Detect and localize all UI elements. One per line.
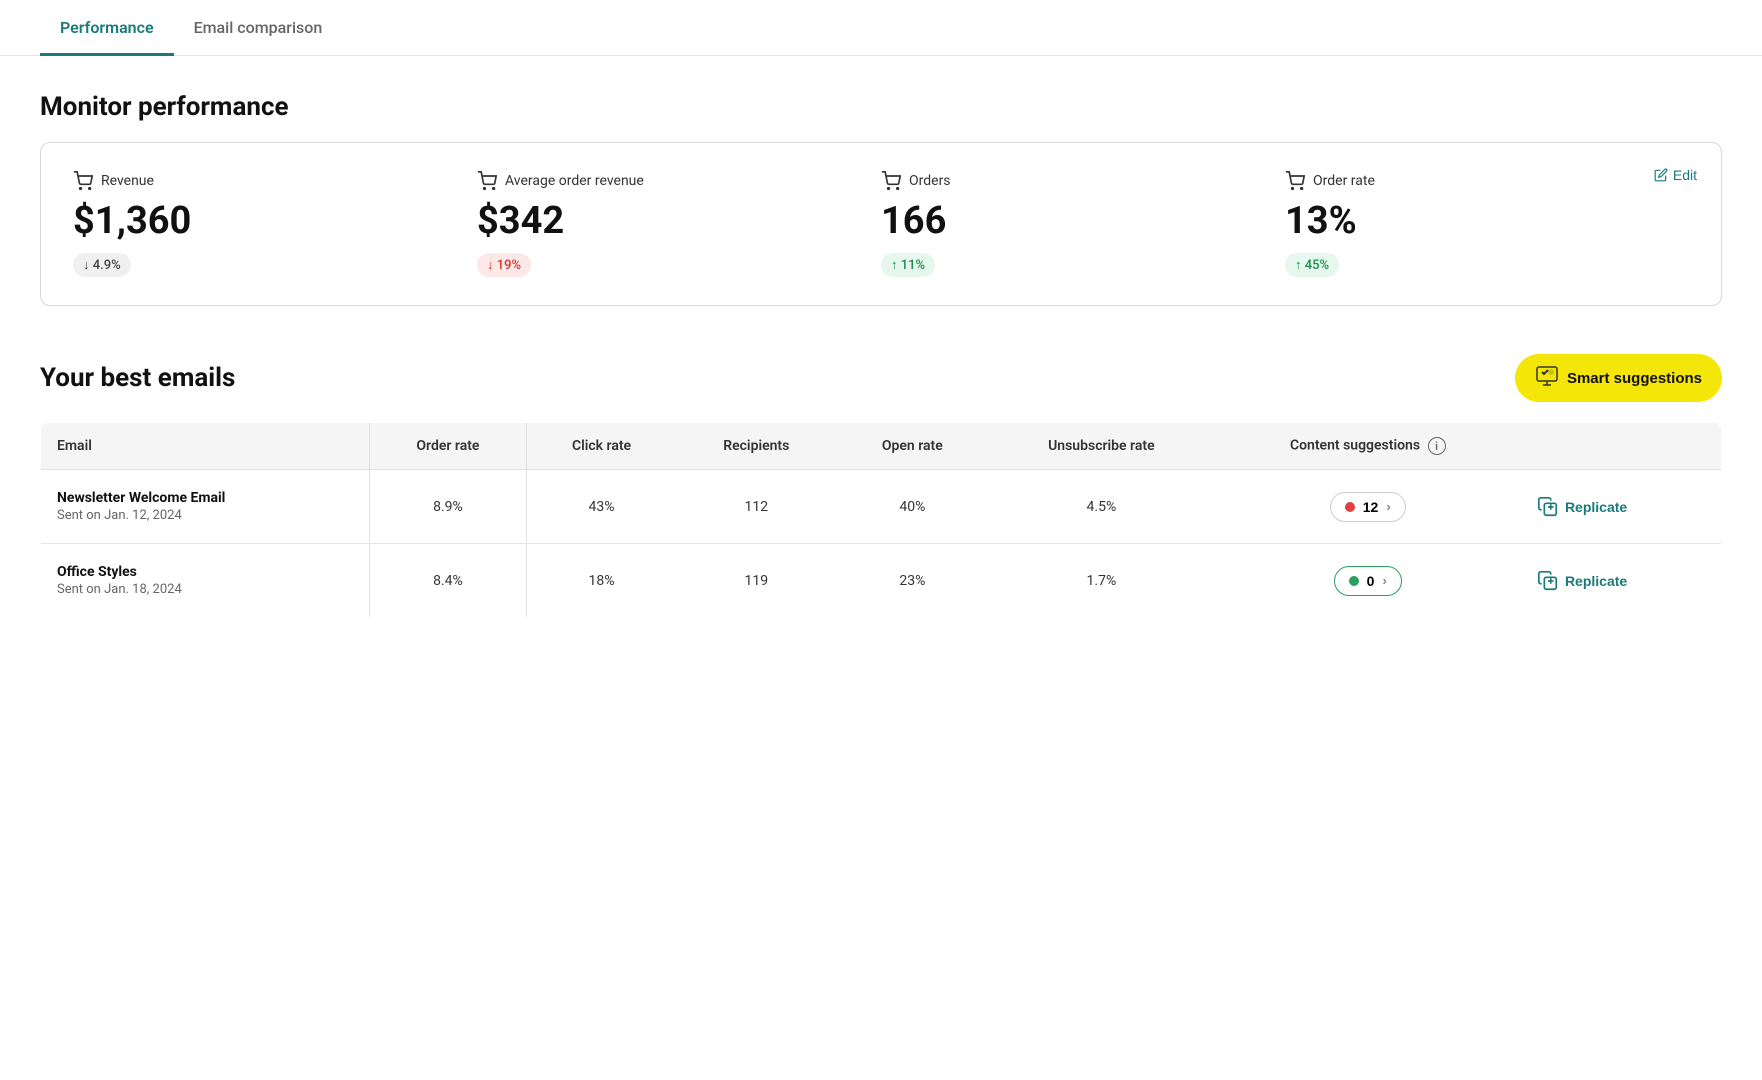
replicate-icon-2 [1537, 570, 1559, 592]
replicate-icon-1 [1537, 496, 1559, 518]
table-row: Office Styles Sent on Jan. 18, 2024 8.4%… [41, 544, 1722, 618]
order-rate-cell-1: 8.9% [369, 470, 526, 544]
metric-avg-order-value: $342 [477, 199, 861, 243]
click-rate-cell-1: 43% [526, 470, 676, 544]
best-emails-header: Your best emails Smart suggestions [40, 354, 1722, 402]
table-header-row: Email Order rate Click rate Recipients O… [41, 423, 1722, 470]
cart-icon-avg-order [477, 171, 497, 191]
tabs-bar: Performance Email comparison [0, 0, 1762, 56]
email-name-1: Newsletter Welcome Email [57, 490, 353, 506]
open-rate-cell-1: 40% [836, 470, 988, 544]
metric-order-rate-value: 13% [1285, 199, 1669, 243]
metrics-card: Revenue $1,360 ↓ 4.9% Average order reve… [40, 142, 1722, 306]
suggestions-badge-2[interactable]: 0 › [1334, 566, 1402, 596]
edit-icon [1654, 168, 1668, 182]
metric-orders-label: Orders [909, 173, 951, 189]
email-date-1: Sent on Jan. 12, 2024 [57, 508, 353, 523]
email-name-2: Office Styles [57, 564, 353, 580]
metric-revenue-value: $1,360 [73, 199, 457, 243]
col-header-open-rate: Open rate [836, 423, 988, 470]
edit-button[interactable]: Edit [1654, 167, 1697, 183]
suggestions-count-2: 0 [1367, 573, 1375, 589]
col-header-unsubscribe-rate: Unsubscribe rate [988, 423, 1214, 470]
replicate-button-2[interactable]: Replicate [1537, 570, 1627, 592]
order-rate-cell-2: 8.4% [369, 544, 526, 618]
email-cell-1: Newsletter Welcome Email Sent on Jan. 12… [41, 470, 370, 544]
actions-cell-1: Replicate [1521, 470, 1722, 544]
replicate-label-1: Replicate [1565, 499, 1627, 515]
metric-order-rate: Order rate 13% ↑ 45% [1285, 171, 1689, 277]
chevron-icon-1: › [1386, 499, 1390, 514]
unsubscribe-cell-1: 4.5% [988, 470, 1214, 544]
actions-cell-2: Replicate [1521, 544, 1722, 618]
metric-order-rate-badge: ↑ 45% [1285, 253, 1339, 277]
cart-icon-order-rate [1285, 171, 1305, 191]
suggestions-count-1: 12 [1363, 499, 1379, 515]
col-header-email: Email [41, 423, 370, 470]
dot-green-2 [1349, 576, 1359, 586]
col-header-order-rate: Order rate [369, 423, 526, 470]
suggestions-badge-1[interactable]: 12 › [1330, 492, 1406, 522]
metric-orders: Orders 166 ↑ 11% [881, 171, 1285, 277]
recipients-cell-1: 112 [676, 470, 836, 544]
replicate-button-1[interactable]: Replicate [1537, 496, 1627, 518]
best-emails-title: Your best emails [40, 363, 235, 393]
click-rate-cell-2: 18% [526, 544, 676, 618]
chevron-icon-2: › [1382, 573, 1386, 588]
recipients-cell-2: 119 [676, 544, 836, 618]
metric-revenue-badge: ↓ 4.9% [73, 253, 131, 277]
page-title: Monitor performance [40, 92, 1722, 122]
metric-revenue: Revenue $1,360 ↓ 4.9% [73, 171, 477, 277]
metric-avg-order-badge: ↓ 19% [477, 253, 531, 277]
cart-icon-orders [881, 171, 901, 191]
open-rate-cell-2: 23% [836, 544, 988, 618]
metric-avg-order: Average order revenue $342 ↓ 19% [477, 171, 881, 277]
metric-order-rate-label: Order rate [1313, 173, 1375, 189]
unsubscribe-cell-2: 1.7% [988, 544, 1214, 618]
col-header-click-rate: Click rate [526, 423, 676, 470]
replicate-label-2: Replicate [1565, 573, 1627, 589]
cart-icon-revenue [73, 171, 93, 191]
tab-performance[interactable]: Performance [40, 0, 174, 56]
suggestions-cell-1: 12 › [1215, 470, 1521, 544]
metric-revenue-label: Revenue [101, 173, 154, 189]
metric-avg-order-label: Average order revenue [505, 173, 644, 189]
metric-orders-value: 166 [881, 199, 1265, 243]
main-content: Monitor performance Revenue $1,360 ↓ 4.9… [0, 56, 1762, 654]
info-icon: i [1428, 437, 1446, 455]
email-cell-2: Office Styles Sent on Jan. 18, 2024 [41, 544, 370, 618]
col-header-actions [1521, 423, 1722, 470]
edit-label: Edit [1673, 167, 1697, 183]
dot-red-1 [1345, 502, 1355, 512]
col-header-recipients: Recipients [676, 423, 836, 470]
email-table: Email Order rate Click rate Recipients O… [40, 422, 1722, 618]
col-header-content-suggestions: Content suggestions i [1215, 423, 1521, 470]
tab-email-comparison[interactable]: Email comparison [174, 0, 343, 56]
metric-orders-badge: ↑ 11% [881, 253, 935, 277]
smart-suggestions-label: Smart suggestions [1567, 370, 1702, 387]
suggestions-cell-2: 0 › [1215, 544, 1521, 618]
table-row: Newsletter Welcome Email Sent on Jan. 12… [41, 470, 1722, 544]
email-date-2: Sent on Jan. 18, 2024 [57, 582, 353, 597]
smart-suggestions-button[interactable]: Smart suggestions [1515, 354, 1722, 402]
smart-suggestions-icon [1535, 364, 1559, 392]
